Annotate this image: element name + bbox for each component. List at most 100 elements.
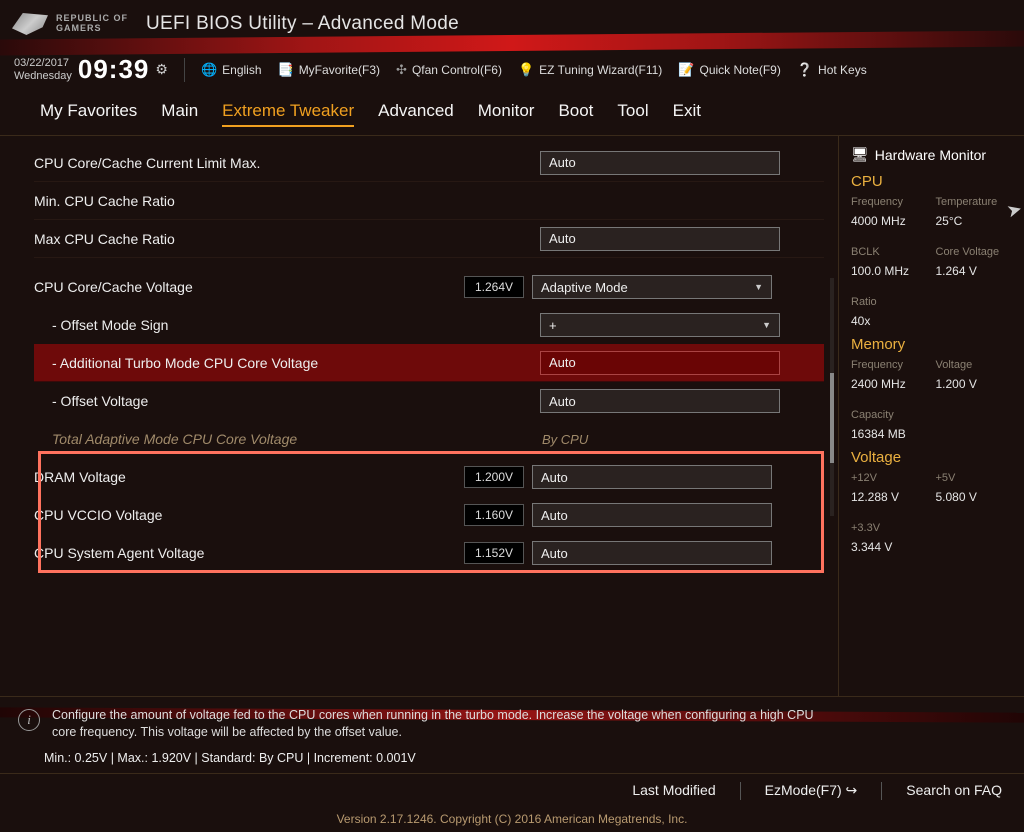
mem-volt-label: Voltage [936,359,1017,371]
hardware-monitor-title: Hardware Monitor [875,147,986,163]
v5-label: +5V [936,472,1017,484]
field-sysagent[interactable]: Auto [532,541,772,565]
chevron-down-icon: ▼ [762,320,771,330]
gear-icon[interactable]: ⚙ [155,61,168,78]
row-offset-voltage[interactable]: - Offset Voltage Auto [34,382,824,420]
favorite-icon: 📑 [278,62,294,78]
datetime: 03/22/2017 Wednesday 09:39 ⚙ [14,54,168,85]
rog-eye-icon [12,13,48,35]
main-tabs: My Favorites Main Extreme Tweaker Advanc… [0,91,1024,136]
cpu-freq-value: 4000 MHz [851,214,932,228]
v12-label: +12V [851,472,932,484]
row-offset-sign[interactable]: - Offset Mode Sign +▼ [34,306,824,344]
monitor-icon: 🖥 [851,146,869,163]
mem-freq-label: Frequency [851,359,932,371]
tab-favorites[interactable]: My Favorites [40,101,137,127]
label-offset-sign: - Offset Mode Sign [34,317,464,333]
value-total-adaptive: By CPU [540,432,780,447]
tab-exit[interactable]: Exit [673,101,701,127]
fan-icon: ✣ [396,62,407,78]
cpu-bclk-value: 100.0 MHz [851,264,932,278]
field-max-cache[interactable]: Auto [540,227,780,251]
cpu-cv-label: Core Voltage [936,246,1017,258]
scrollbar-thumb[interactable] [830,373,834,463]
label-total-adaptive: Total Adaptive Mode CPU Core Voltage [34,431,464,447]
tab-monitor[interactable]: Monitor [478,101,535,127]
mem-cap-label: Capacity [851,409,932,421]
field-additional-turbo[interactable]: Auto [540,351,780,375]
ezmode-button[interactable]: EzMode(F7) ↪ [765,782,858,800]
label-core-voltage: CPU Core/Cache Voltage [34,279,464,295]
row-min-cache[interactable]: Min. CPU Cache Ratio [34,182,824,220]
tab-extreme-tweaker[interactable]: Extreme Tweaker [222,101,354,127]
language-button[interactable]: 🌐English [201,62,262,78]
help-icon: ❔ [797,62,813,78]
memory-heading: Memory [851,336,1016,353]
search-faq-button[interactable]: Search on FAQ [906,782,1002,800]
readout-sysagent: 1.152V [464,542,524,564]
hotkeys-button[interactable]: ❔Hot Keys [797,62,867,78]
info-icon: i [18,709,40,731]
field-offset-voltage[interactable]: Auto [540,389,780,413]
version-text: Version 2.17.1246. Copyright (C) 2016 Am… [0,808,1024,832]
cpu-cv-value: 1.264 V [936,264,1017,278]
date: 03/22/2017 [14,57,72,69]
help-text: Configure the amount of voltage fed to t… [52,707,832,741]
brand-line2: GAMERS [56,24,128,34]
row-vccio[interactable]: CPU VCCIO Voltage 1.160V Auto [34,496,824,534]
dropdown-core-voltage[interactable]: Adaptive Mode▼ [532,275,772,299]
label-offset-voltage: - Offset Voltage [34,393,464,409]
cpu-bclk-label: BCLK [851,246,932,258]
bulb-icon: 💡 [518,62,534,78]
qfan-button[interactable]: ✣Qfan Control(F6) [396,62,502,78]
readout-core-voltage: 1.264V [464,276,524,298]
myfavorite-button[interactable]: 📑MyFavorite(F3) [278,62,381,78]
readout-vccio: 1.160V [464,504,524,526]
scrollbar[interactable] [830,278,834,516]
v12-value: 12.288 V [851,490,932,504]
help-panel: i Configure the amount of voltage fed to… [0,696,1024,747]
field-cpu-limit[interactable]: Auto [540,151,780,175]
mem-freq-value: 2400 MHz [851,377,932,391]
app-title: UEFI BIOS Utility – Advanced Mode [146,13,459,35]
dropdown-offset-sign[interactable]: +▼ [540,313,780,337]
logo: REPUBLIC OF GAMERS [12,13,128,35]
row-sysagent[interactable]: CPU System Agent Voltage 1.152V Auto [34,534,824,572]
cpu-ratio-value: 40x [851,314,932,328]
label-vccio: CPU VCCIO Voltage [34,507,464,523]
note-icon: 📝 [678,62,694,78]
hardware-monitor-panel: 🖥Hardware Monitor CPU Frequency Temperat… [838,136,1024,696]
constraints-text: Min.: 0.25V | Max.: 1.920V | Standard: B… [0,747,1024,773]
eztuning-button[interactable]: 💡EZ Tuning Wizard(F11) [518,62,662,78]
tab-tool[interactable]: Tool [617,101,648,127]
row-max-cache[interactable]: Max CPU Cache Ratio Auto [34,220,824,258]
row-dram[interactable]: DRAM Voltage 1.200V Auto [34,458,824,496]
mem-volt-value: 1.200 V [936,377,1017,391]
row-additional-turbo[interactable]: - Additional Turbo Mode CPU Core Voltage… [34,344,824,382]
quicknote-button[interactable]: 📝Quick Note(F9) [678,62,781,78]
cpu-freq-label: Frequency [851,196,932,208]
header: REPUBLIC OF GAMERS UEFI BIOS Utility – A… [0,0,1024,48]
topbar: 03/22/2017 Wednesday 09:39 ⚙ 🌐English 📑M… [0,48,1024,91]
label-max-cache: Max CPU Cache Ratio [34,231,464,247]
exit-icon: ↪ [846,782,858,798]
time: 09:39 [78,54,150,85]
globe-icon: 🌐 [201,62,217,78]
tab-boot[interactable]: Boot [558,101,593,127]
tab-main[interactable]: Main [161,101,198,127]
v33-label: +3.3V [851,522,932,534]
label-cpu-limit: CPU Core/Cache Current Limit Max. [34,155,464,171]
label-additional-turbo: - Additional Turbo Mode CPU Core Voltage [34,355,464,371]
cpu-heading: CPU [851,173,1016,190]
chevron-down-icon: ▼ [754,282,763,292]
last-modified-button[interactable]: Last Modified [632,782,715,800]
field-dram[interactable]: Auto [532,465,772,489]
voltage-heading: Voltage [851,449,1016,466]
field-vccio[interactable]: Auto [532,503,772,527]
cpu-temp-value: 25°C [936,214,1017,228]
row-cpu-limit[interactable]: CPU Core/Cache Current Limit Max. Auto [34,144,824,182]
row-total-adaptive: Total Adaptive Mode CPU Core Voltage By … [34,420,824,458]
row-core-voltage[interactable]: CPU Core/Cache Voltage 1.264V Adaptive M… [34,268,824,306]
tab-advanced[interactable]: Advanced [378,101,454,127]
cpu-ratio-label: Ratio [851,296,932,308]
